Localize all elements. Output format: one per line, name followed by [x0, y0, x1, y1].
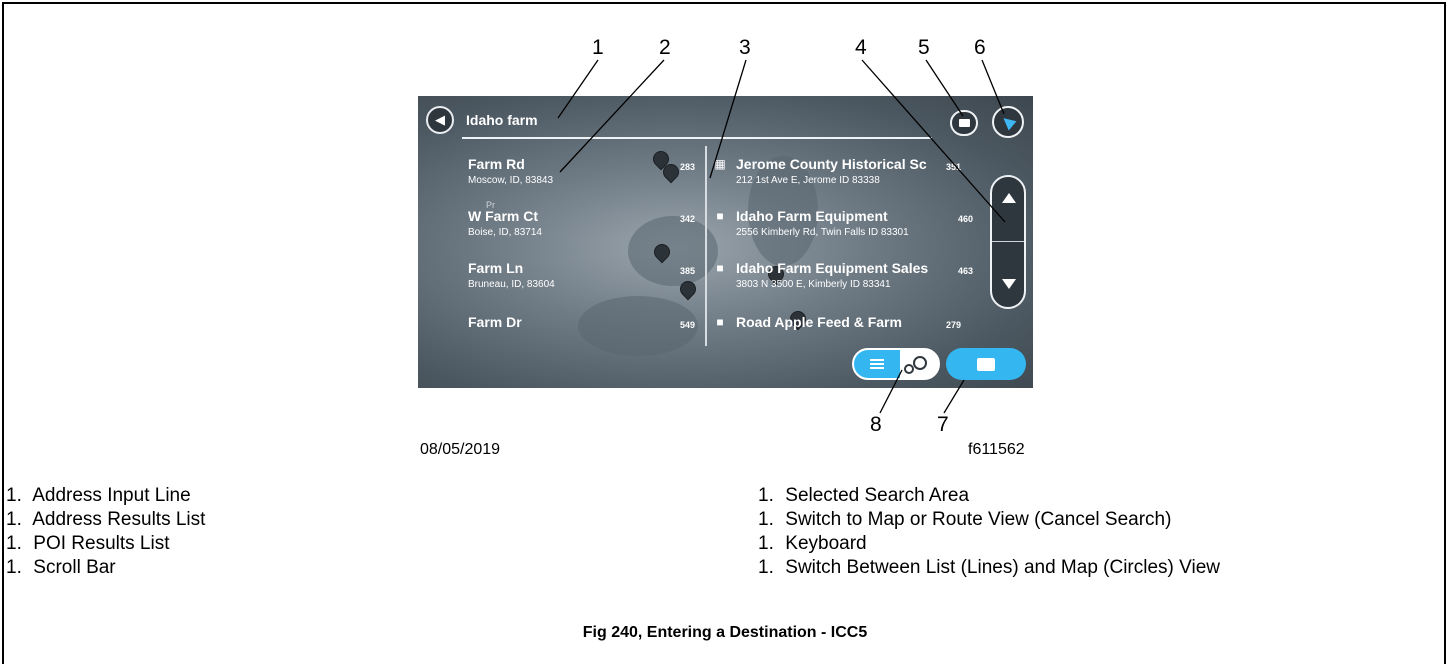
legend-item: 1. POI Results List — [6, 533, 170, 554]
callout-leaders — [557, 59, 1006, 414]
legend-item: 1. Address Input Line — [6, 485, 191, 506]
legend-item: 1. Keyboard — [758, 533, 867, 554]
figure-caption: Fig 240, Entering a Destination - ICC5 — [582, 624, 868, 641]
legend-item: 1. Selected Search Area — [758, 485, 970, 506]
legend-item: 1. Switch to Map or Route View (Cancel S… — [758, 509, 1172, 530]
legend-item: 1. Address Results List — [6, 509, 206, 530]
legend-item: 1. Scroll Bar — [6, 557, 116, 578]
legend-item: 1. Switch Between List (Lines) and Map (… — [758, 557, 1220, 578]
